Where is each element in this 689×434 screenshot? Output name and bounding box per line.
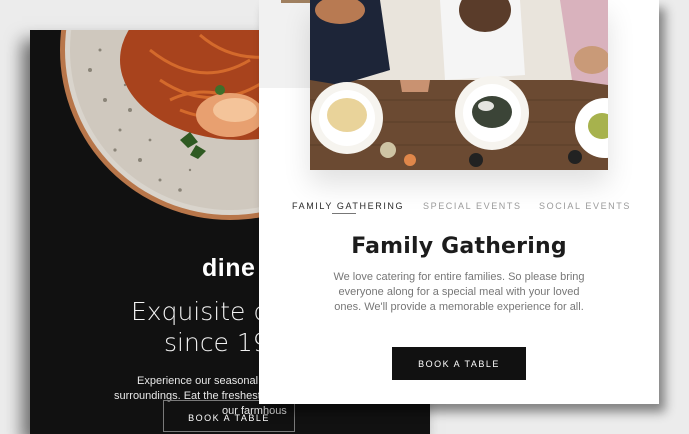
tab-family-gathering[interactable]: FAMILY GATHERING	[292, 201, 404, 211]
tab-social-events[interactable]: SOCIAL EVENTS	[539, 201, 631, 211]
card-side-strip	[259, 0, 310, 88]
family-dinner-image	[310, 0, 635, 170]
book-a-table-button-outline[interactable]: BOOK A TABLE	[163, 400, 295, 432]
active-tab-indicator	[332, 213, 356, 214]
brand-logo[interactable]: dine	[202, 254, 255, 283]
book-a-table-button[interactable]: BOOK A TABLE	[392, 347, 526, 380]
event-description: We love catering for entire families. So…	[333, 271, 585, 313]
event-title: Family Gathering	[351, 234, 567, 259]
event-tabs: FAMILY GATHERING SPECIAL EVENTS SOCIAL E…	[259, 201, 659, 221]
family-dinner-photo	[310, 0, 635, 170]
events-card: FAMILY GATHERING SPECIAL EVENTS SOCIAL E…	[259, 0, 659, 404]
tab-special-events[interactable]: SPECIAL EVENTS	[423, 201, 522, 211]
